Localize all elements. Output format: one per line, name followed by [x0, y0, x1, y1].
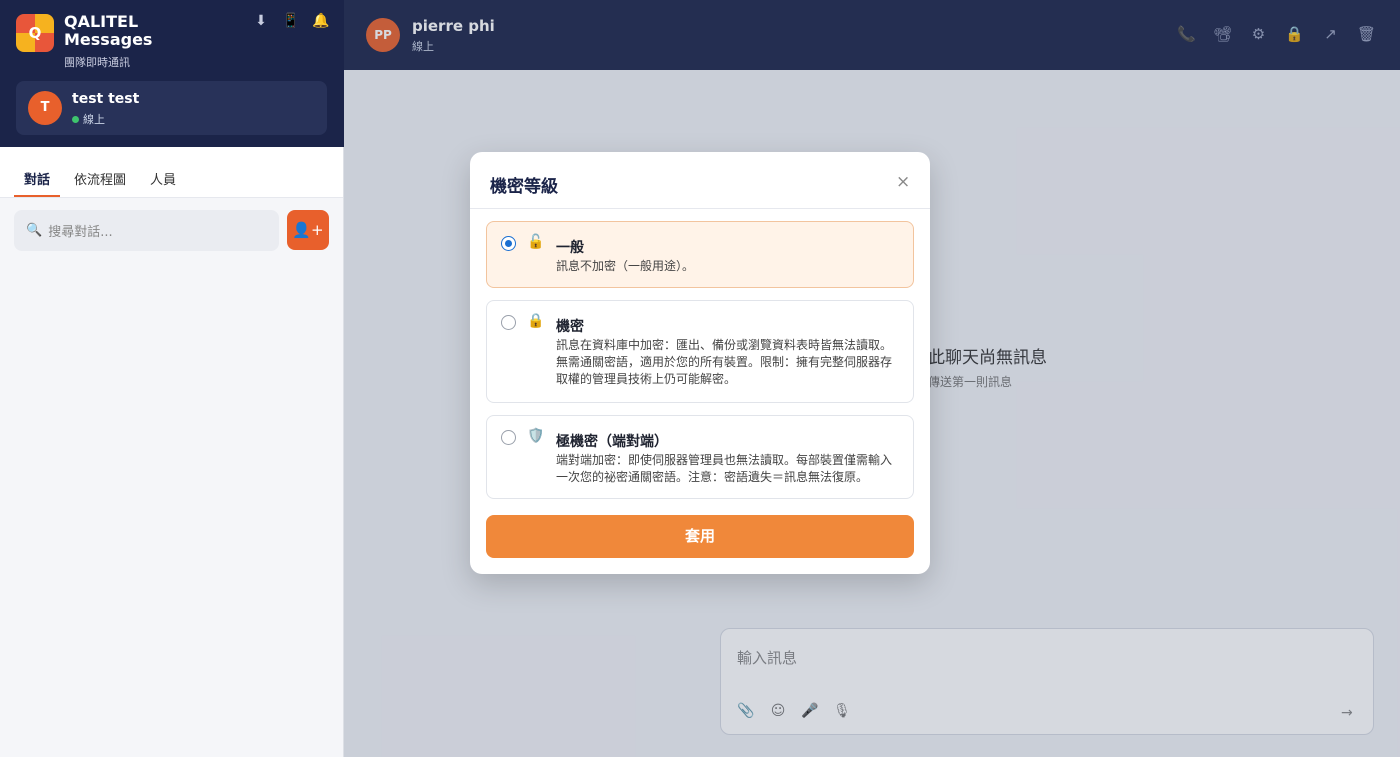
user-status-text: 線上 — [83, 113, 105, 126]
sidebar: Q QALITEL Messages 團隊即時通訊 ⬇ 📱 🔔 T test t… — [0, 0, 344, 757]
online-dot-icon — [72, 115, 79, 123]
search-icon: 🔍 — [26, 223, 43, 238]
option-confidential[interactable]: 🔒 機密 訊息在資料庫中加密：匯出、備份或瀏覽資料表時皆無法讀取。無需通關密語，… — [486, 300, 914, 403]
option-description: 訊息在資料庫中加密：匯出、備份或瀏覽資料表時皆無法讀取。無需通關密語，適用於您的… — [556, 338, 893, 386]
close-icon[interactable]: × — [896, 172, 910, 192]
radio-confidential[interactable] — [501, 315, 516, 330]
app-subtitle: 團隊即時通訊 — [64, 56, 130, 69]
option-general[interactable]: 🔓 一般 訊息不加密（一般用途）。 — [486, 221, 914, 288]
modal-header: 機密等級 × — [470, 152, 930, 209]
app-title: QALITEL Messages — [64, 12, 153, 49]
bell-icon[interactable]: 🔔 — [312, 13, 330, 29]
search-input[interactable]: 🔍 搜尋對話... — [14, 210, 279, 251]
app-logo: Q — [16, 14, 54, 52]
lock-icon: 🔒 — [527, 313, 545, 329]
option-title: 一般 — [556, 240, 584, 256]
tab-people[interactable]: 人員 — [150, 169, 176, 188]
modal-title: 機密等級 — [490, 177, 558, 197]
option-top-secret[interactable]: 🛡️ 極機密（端對端） 端對端加密：即使伺服器管理員也無法讀取。每部裝置僅需輸入… — [486, 415, 914, 499]
option-description: 端對端加密：即使伺服器管理員也無法讀取。每部裝置僅需輸入一次您的祕密通關密語。注… — [556, 453, 893, 484]
avatar: T — [28, 91, 62, 125]
tab-conversations[interactable]: 對話 — [24, 169, 50, 188]
user-status: 線上 — [72, 111, 105, 127]
option-description: 訊息不加密（一般用途）。 — [556, 259, 695, 273]
sidebar-header: Q QALITEL Messages 團隊即時通訊 ⬇ 📱 🔔 T test t… — [0, 0, 344, 147]
radio-top-secret[interactable] — [501, 430, 516, 445]
header-actions: ⬇ 📱 🔔 — [252, 13, 330, 29]
option-title: 機密 — [556, 319, 584, 335]
logo-letter: Q — [28, 24, 42, 42]
radio-general[interactable] — [501, 236, 516, 251]
sidebar-tabs: 對話 依流程圖 人員 — [0, 147, 343, 198]
unlock-icon: 🔓 — [527, 234, 545, 250]
option-title: 極機密（端對端） — [556, 434, 668, 450]
user-name: test test — [72, 91, 140, 107]
confidentiality-modal: 機密等級 × 🔓 一般 訊息不加密（一般用途）。 🔒 機密 訊息在資料庫中加密：… — [470, 152, 930, 574]
search-placeholder: 搜尋對話... — [48, 225, 113, 240]
add-user-button[interactable]: 👤+ — [287, 210, 329, 250]
apply-button[interactable]: 套用 — [486, 515, 914, 558]
tab-active-indicator — [14, 195, 60, 197]
current-user-card[interactable]: T test test 線上 — [16, 81, 327, 135]
shield-icon: 🛡️ — [527, 428, 545, 444]
download-icon[interactable]: ⬇ — [252, 13, 270, 29]
tab-flowchart[interactable]: 依流程圖 — [74, 169, 126, 188]
phone-device-icon[interactable]: 📱 — [282, 13, 300, 29]
